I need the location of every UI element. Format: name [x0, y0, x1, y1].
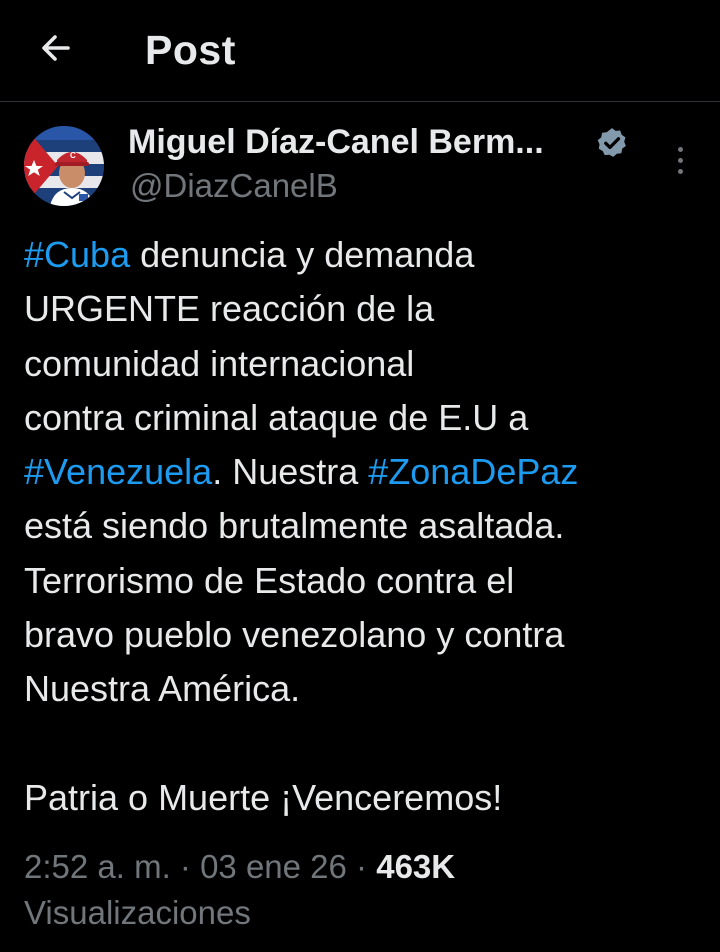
- post-text-line: Patria o Muerte ¡Venceremos!: [24, 771, 704, 825]
- post-text-line: URGENTE reacción de la: [24, 282, 704, 336]
- more-dot-icon: [677, 146, 683, 152]
- post-text-segment: . Nuestra: [212, 451, 369, 493]
- avatar-image: C: [24, 126, 104, 206]
- post-text: #Cuba denuncia y demanda URGENTE reacción…: [24, 228, 704, 825]
- more-dot-icon: [677, 168, 683, 174]
- post-text-segment: Terrorismo de Estado contra el: [24, 559, 515, 601]
- post-date[interactable]: 03 ene 26: [200, 848, 347, 885]
- post-text-line: está siendo brutalmente asaltada.: [24, 499, 704, 553]
- post-text-line: bravo pueblo venezolano y contra: [24, 608, 704, 662]
- arrow-left-icon: [42, 35, 70, 61]
- meta-separator: ·: [346, 848, 377, 885]
- post-text-segment: Patria o Muerte ¡Venceremos!: [24, 776, 503, 818]
- back-button[interactable]: [30, 22, 82, 74]
- views-count[interactable]: 463K: [376, 848, 455, 885]
- more-dot-icon: [677, 157, 683, 163]
- post-text-line: #Cuba denuncia y demanda: [24, 228, 704, 282]
- verified-badge-icon: [597, 128, 626, 157]
- post-text-segment: URGENTE reacción de la: [24, 288, 435, 330]
- author-name[interactable]: Miguel Díaz-Canel Berm...: [128, 120, 544, 164]
- post-meta: 2:52 a. m. · 03 ene 26 · 463K Visualizac…: [24, 844, 704, 936]
- top-bar: Post: [0, 0, 720, 102]
- post-text-segment: contra criminal ataque de E.U a: [24, 396, 529, 438]
- hashtag-link[interactable]: #Cuba: [24, 234, 130, 275]
- post-text-segment: comunidad internacional: [24, 342, 415, 384]
- page-title: Post: [145, 27, 236, 73]
- svg-text:C: C: [70, 151, 76, 160]
- post-text-segment: bravo pueblo venezolano y contra: [24, 614, 565, 656]
- post-text-segment: denuncia y demanda: [130, 234, 475, 275]
- post-text-line: [24, 717, 704, 771]
- author-handle[interactable]: @DiazCanelB: [130, 164, 338, 208]
- post-text-line: #Venezuela. Nuestra #ZonaDePaz: [24, 445, 704, 499]
- meta-separator: ·: [170, 848, 201, 885]
- more-options-button[interactable]: [664, 140, 696, 180]
- post-text-segment: está siendo brutalmente asaltada.: [24, 505, 565, 547]
- post-text-line: comunidad internacional: [24, 337, 704, 391]
- post-text-line: contra criminal ataque de E.U a: [24, 391, 704, 445]
- post-time[interactable]: 2:52 a. m.: [24, 848, 171, 885]
- views-label[interactable]: Visualizaciones: [24, 894, 251, 931]
- hashtag-link[interactable]: #ZonaDePaz: [368, 451, 578, 492]
- avatar[interactable]: C: [24, 126, 104, 206]
- post-text-line: Nuestra América.: [24, 662, 704, 716]
- post-text-segment: Nuestra América.: [24, 668, 301, 710]
- post-text-line: Terrorismo de Estado contra el: [24, 554, 704, 608]
- hashtag-link[interactable]: #Venezuela: [24, 451, 212, 492]
